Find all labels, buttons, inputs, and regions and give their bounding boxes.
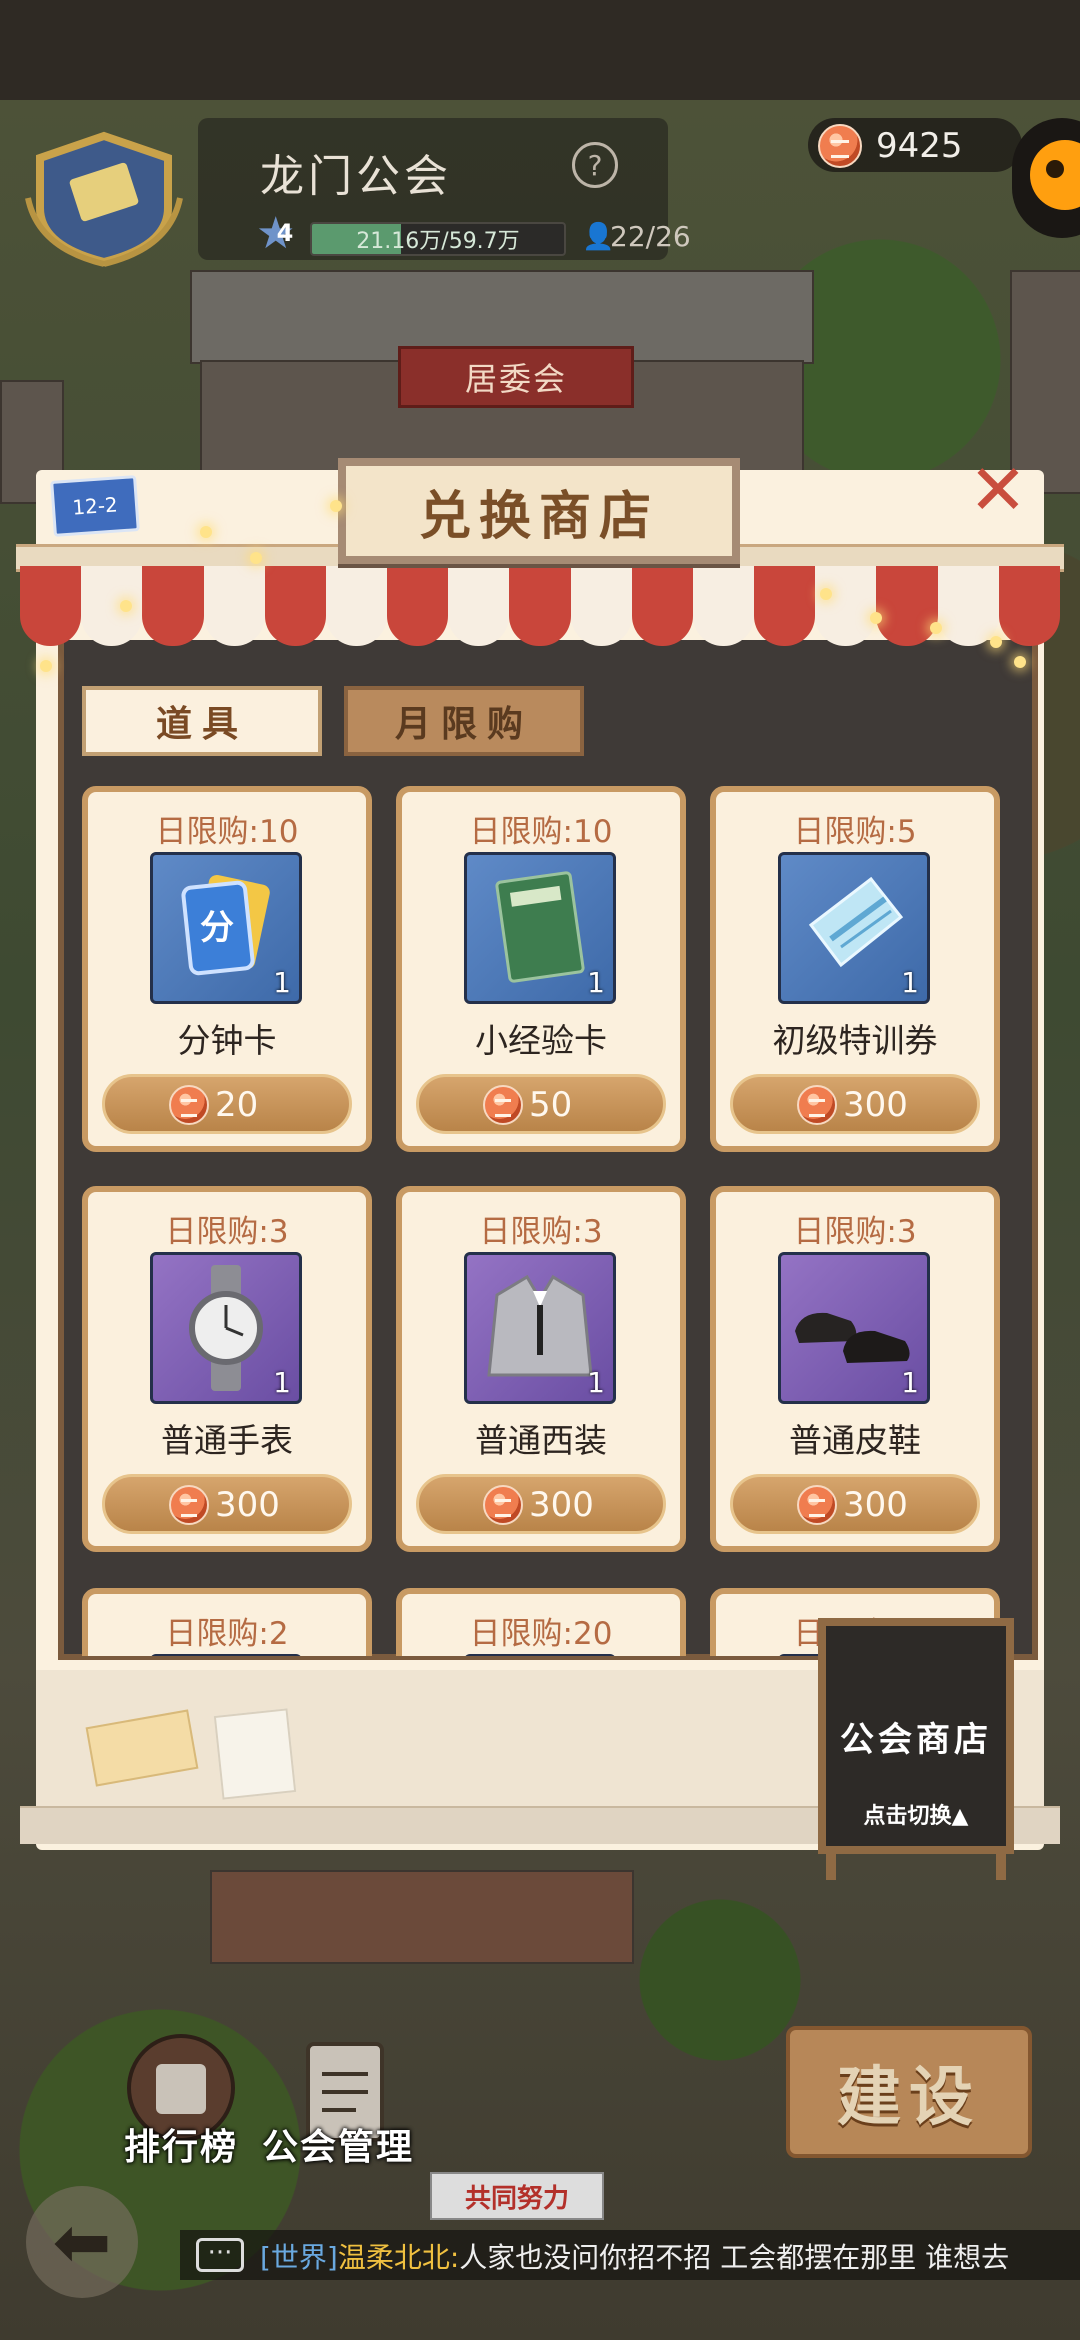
item-name: 初级特训券	[772, 1021, 938, 1060]
item-icon	[150, 1654, 302, 1656]
buy-button[interactable]: 50	[416, 1074, 666, 1134]
guild-emblem-icon[interactable]	[18, 128, 190, 268]
guild-coin-icon	[169, 1485, 209, 1525]
help-button[interactable]: ?	[572, 142, 618, 188]
svg-text:分: 分	[200, 908, 234, 948]
tab-items[interactable]: 道具	[82, 686, 322, 756]
shop-item-card[interactable]: 日限购:10 分 1 分钟卡 20	[82, 786, 372, 1152]
ranking-button-label[interactable]: 排行榜	[124, 2118, 238, 2170]
shop-awning	[20, 566, 1060, 646]
guild-coin-icon	[483, 1085, 523, 1125]
shop-item-card[interactable]: 日限购:2	[82, 1588, 372, 1656]
item-name: 普通皮鞋	[789, 1421, 921, 1460]
switch-board-hint: 点击切换▲	[863, 1804, 969, 1829]
board-leg	[826, 1850, 836, 1880]
guild-coin-icon	[169, 1085, 209, 1125]
buy-button[interactable]: 300	[730, 1074, 980, 1134]
shop-item-card[interactable]: 日限购:5 1 初级特训券 300	[710, 786, 1000, 1152]
shop-item-card[interactable]: 日限购:20	[396, 1588, 686, 1656]
building-lower	[210, 1870, 634, 1964]
item-name: 小经验卡	[475, 1021, 607, 1060]
daily-limit: 日限购:20	[469, 1616, 613, 1652]
top-status-strip	[0, 0, 1080, 100]
minute-card-icon: 分 1	[150, 852, 302, 1004]
chat-message[interactable]: [世界]温柔北北:人家也没问你招不招 工会都摆在那里 谁想去	[260, 2236, 1080, 2276]
chat-channel: [世界]	[260, 2241, 338, 2274]
exp-book-icon: 1	[464, 852, 616, 1004]
guild-manage-button-label[interactable]: 公会管理	[262, 2118, 414, 2170]
suit-icon: 1	[464, 1252, 616, 1404]
daily-limit: 日限购:10	[469, 814, 613, 850]
daily-limit: 日限购:3	[793, 1214, 917, 1250]
chat-text: 人家也没问你招不招 工会都摆在那里 谁想去	[459, 2241, 1010, 2274]
currency-amount: 9425	[876, 126, 963, 166]
buy-button[interactable]: 300	[102, 1474, 352, 1534]
guild-name: 龙门公会	[260, 151, 452, 202]
daily-limit: 日限购:10	[155, 814, 299, 850]
paper-decoration	[213, 1708, 297, 1800]
guild-exp-bar: 21.16万/59.7万	[310, 222, 566, 256]
item-name: 普通手表	[161, 1421, 293, 1460]
back-arrow-icon[interactable]: ⬅	[26, 2186, 138, 2298]
building-sign: 居委会	[398, 346, 634, 408]
guild-level: 4	[276, 219, 294, 247]
shop-item-card[interactable]: 日限购:3 1 普通皮鞋 300	[710, 1186, 1000, 1552]
scene-banner: 共同努力	[430, 2172, 604, 2220]
switch-board-title: 公会商店	[840, 1720, 992, 1760]
training-ticket-icon: 1	[778, 852, 930, 1004]
guild-coin-icon	[797, 1085, 837, 1125]
item-icon	[464, 1654, 616, 1656]
buy-button[interactable]: 300	[730, 1474, 980, 1534]
chat-bubble-icon[interactable]: ···	[196, 2238, 244, 2272]
shop-title: 兑换商店	[418, 485, 659, 547]
guild-shop-switch-board[interactable]: 公会商店 点击切换▲	[818, 1618, 1014, 1854]
watch-icon: 1	[150, 1252, 302, 1404]
guild-coin-icon	[818, 124, 862, 168]
guild-coin-icon	[797, 1485, 837, 1525]
board-leg	[996, 1850, 1006, 1880]
item-name: 普通西装	[475, 1421, 607, 1460]
guild-member-count: 22/26	[610, 220, 691, 253]
chat-username: 温柔北北:	[337, 2241, 460, 2274]
shop-item-card[interactable]: 日限购:3 1 普通手表 300	[82, 1186, 372, 1552]
daily-limit: 日限购:2	[165, 1616, 289, 1652]
tab-monthly-limit[interactable]: 月限购	[344, 686, 584, 756]
buy-button[interactable]: 20	[102, 1074, 352, 1134]
daily-limit: 日限购:5	[793, 814, 917, 850]
daily-limit: 日限购:3	[165, 1214, 289, 1250]
guild-exp-text: 21.16万/59.7万	[356, 229, 520, 254]
currency-panel: 9425	[808, 118, 1022, 172]
item-name: 分钟卡	[177, 1021, 277, 1060]
build-button-label: 建设	[837, 2060, 981, 2135]
shop-item-card[interactable]: 日限购:3 1 普通西装 300	[396, 1186, 686, 1552]
guild-coin-icon	[483, 1485, 523, 1525]
build-button[interactable]: 建设	[786, 2026, 1032, 2158]
mascot-eye-icon	[1046, 160, 1064, 178]
daily-limit: 日限购:3	[479, 1214, 603, 1250]
close-button[interactable]: ✕	[966, 455, 1030, 525]
shop-title-plaque: 兑换商店	[338, 458, 740, 564]
shop-item-card[interactable]: 日限购:10 1 小经验卡 50	[396, 786, 686, 1152]
room-tag: 12-2	[50, 475, 140, 537]
buy-button[interactable]: 300	[416, 1474, 666, 1534]
shoes-icon: 1	[778, 1252, 930, 1404]
shop-item-grid: 日限购:10 分 1 分钟卡 20 日限购:10 1 小经验卡 50 日限购:5…	[82, 786, 1002, 1656]
